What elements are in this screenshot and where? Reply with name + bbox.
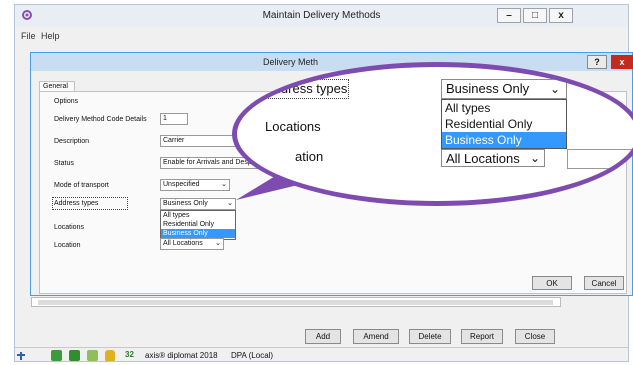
callout-option-residential[interactable]: Residential Only	[442, 116, 566, 132]
callout-group-border	[567, 149, 633, 169]
chevron-down-icon: ⌄	[549, 82, 560, 96]
callout-option-business[interactable]: Business Only	[442, 132, 566, 148]
callout-location-value: All Locations	[446, 151, 520, 166]
callout-address-types-value: Business Only	[446, 81, 530, 96]
callout-location-select[interactable]: All Locations ⌄	[441, 149, 545, 167]
callout-address-types-select[interactable]: Business Only ⌄	[441, 79, 567, 99]
callout-dropdown: All types Residential Only Business Only	[441, 99, 567, 149]
callout-locations-label: Locations	[265, 119, 321, 134]
callout-option-all-types[interactable]: All types	[442, 100, 566, 116]
zoom-callout: Address types Business Only ⌄ All types …	[232, 62, 633, 206]
chevron-down-icon: ⌄	[529, 151, 540, 165]
callout-focus-rect	[263, 79, 349, 99]
callout-location-label-partial: ation	[295, 149, 324, 164]
